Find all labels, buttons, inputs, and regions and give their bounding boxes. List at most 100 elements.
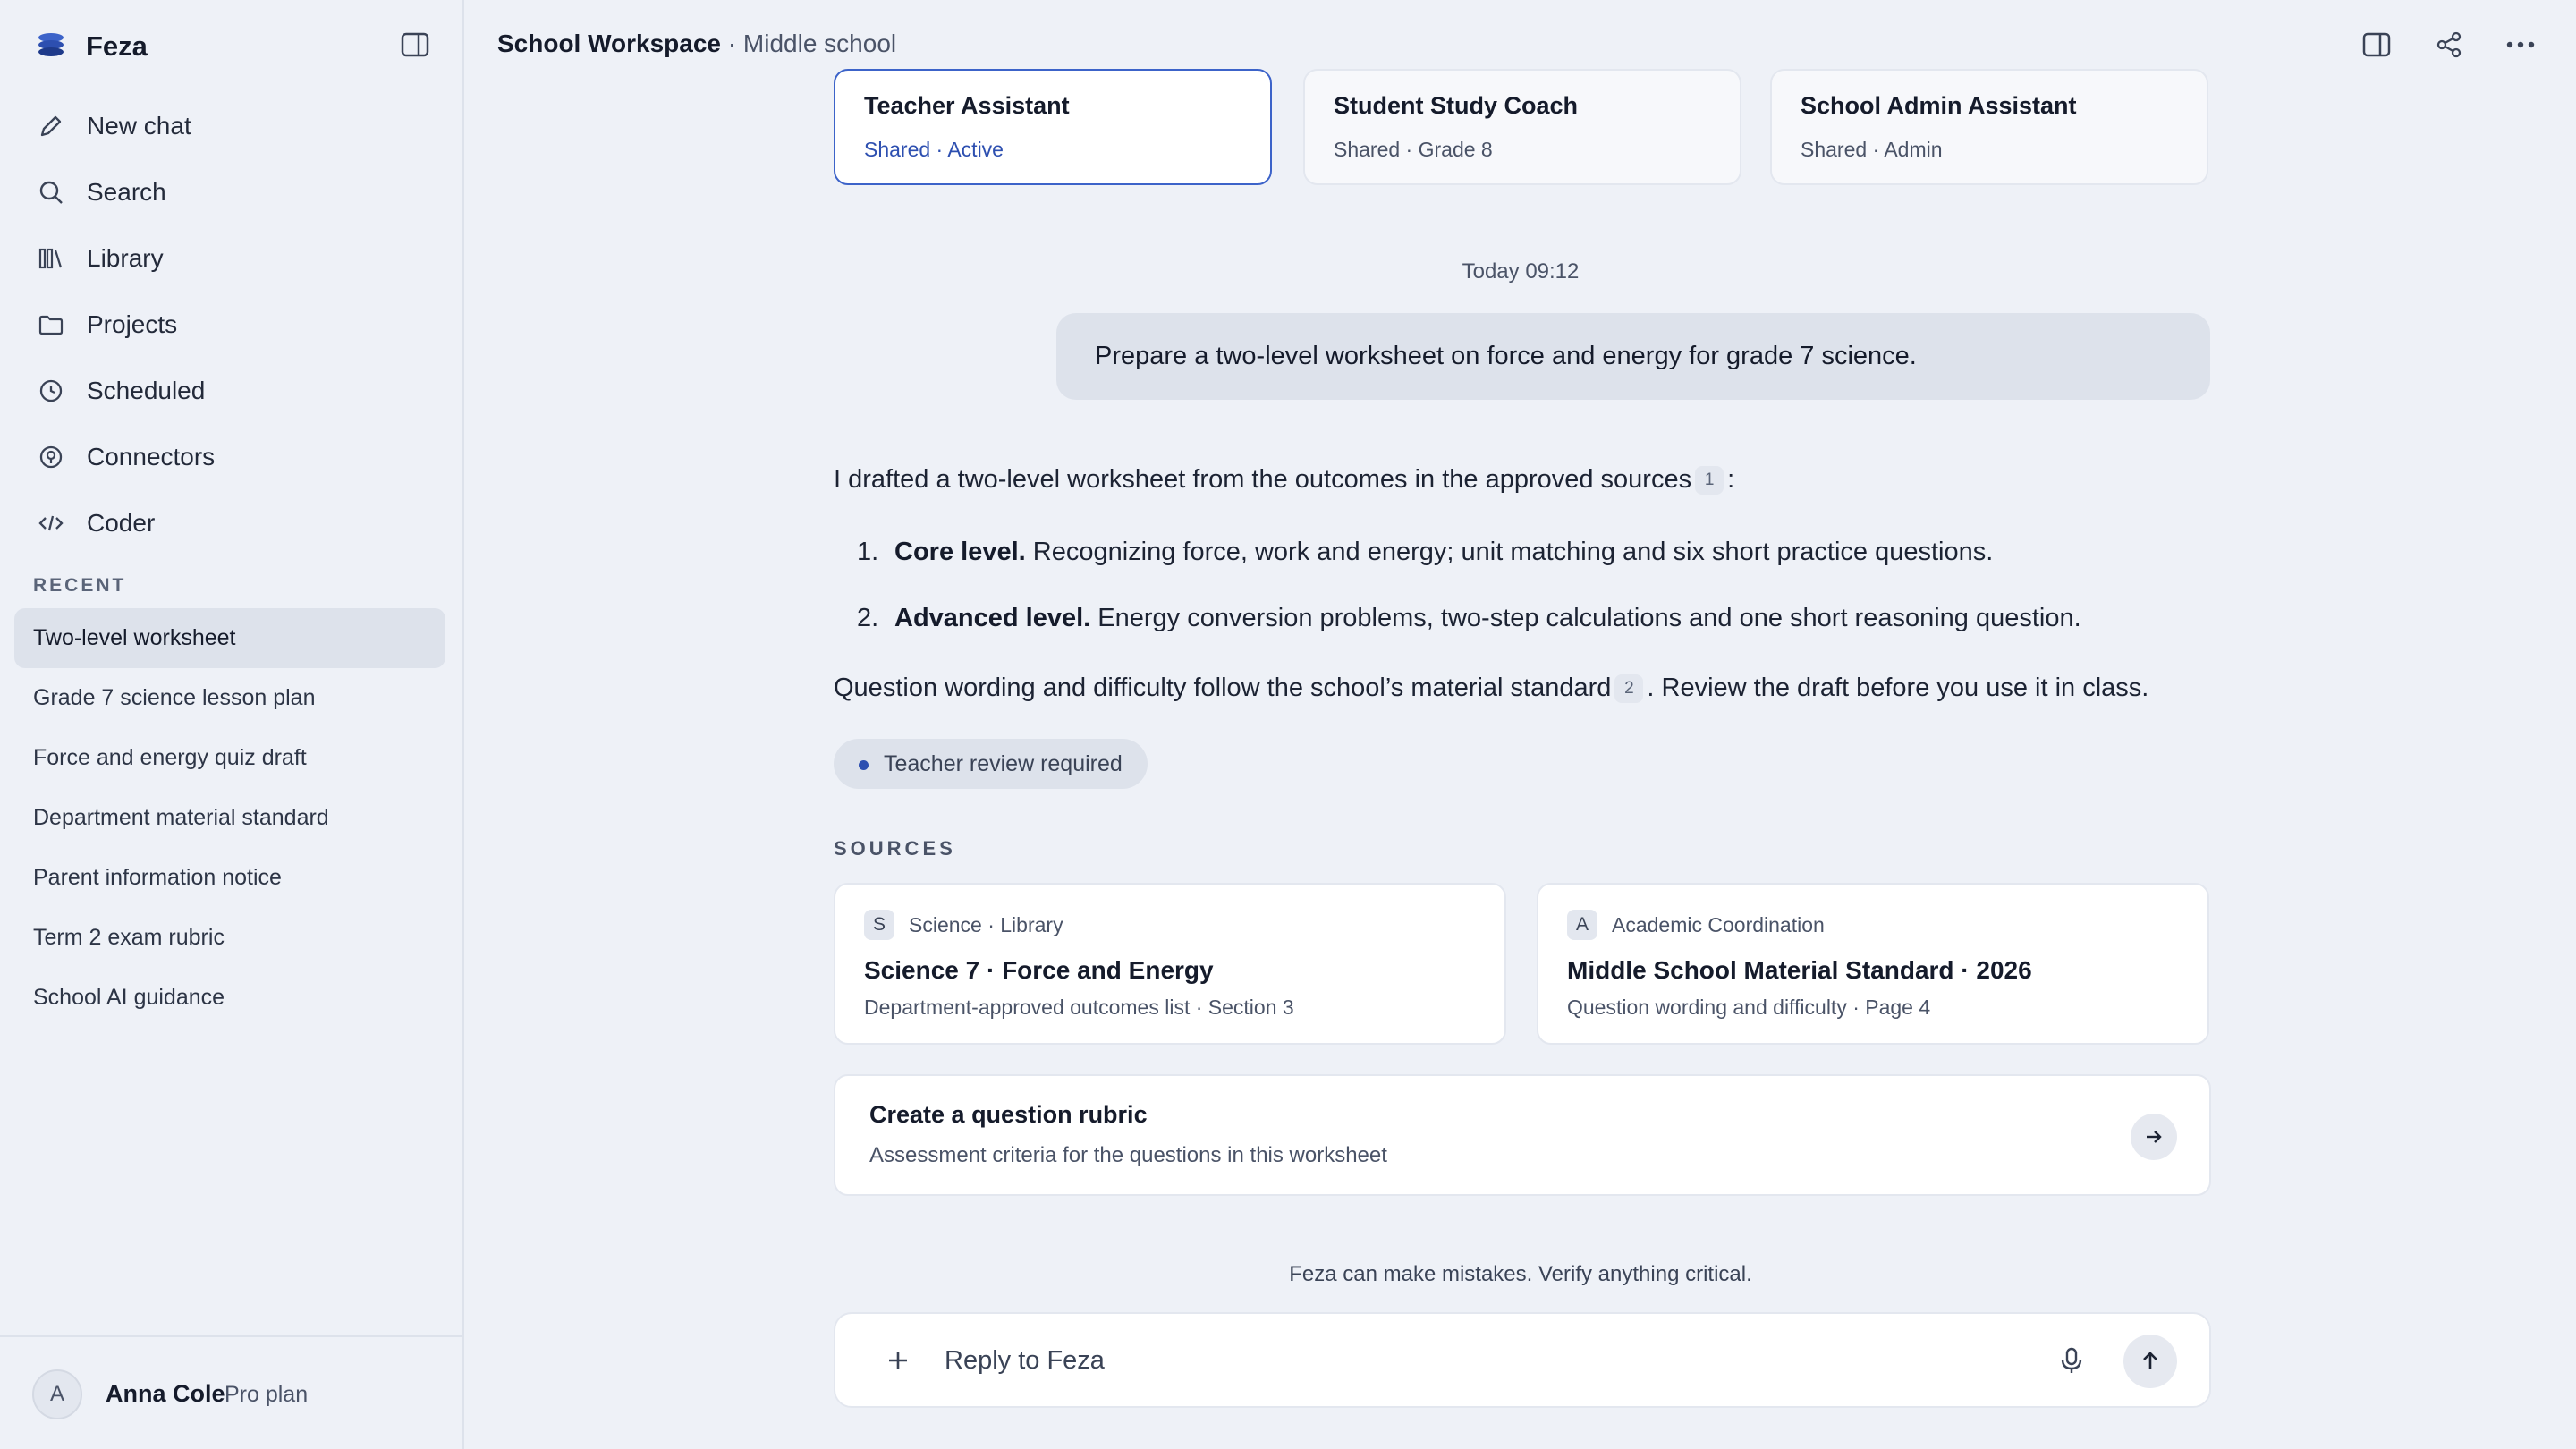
assistant-card[interactable]: School Admin Assistant Shared · Admin: [1770, 69, 2208, 185]
list-item-title: Advanced level.: [894, 604, 1091, 632]
source-subtitle: Department-approved outcomes list · Sect…: [864, 996, 1294, 1019]
status-badge: Teacher review required: [834, 739, 1148, 789]
recent-list: Two-level worksheet Grade 7 science less…: [14, 608, 445, 1028]
panel-icon: [2362, 32, 2391, 57]
nav-new-chat[interactable]: New chat: [36, 93, 429, 159]
status-dot: [859, 760, 869, 770]
recent-item[interactable]: Grade 7 science lesson plan: [14, 668, 445, 728]
status-badge-label: Teacher review required: [884, 750, 1123, 776]
response-text: Question wording and difficulty follow t…: [834, 674, 1612, 702]
list-number: 2.: [857, 604, 879, 632]
disclaimer: Feza can make mistakes. Verify anything …: [1289, 1262, 1752, 1286]
response-intro: I drafted a two-level worksheet from the…: [834, 465, 2211, 496]
share-icon: [2436, 31, 2462, 58]
assistant-card[interactable]: Student Study Coach Shared · Grade 8: [1303, 69, 1741, 185]
clock-icon: [36, 376, 66, 406]
panel-toggle-button[interactable]: [2357, 25, 2396, 64]
list-item: 2. Advanced level. Energy conversion prob…: [857, 604, 2081, 633]
source-card[interactable]: S Science · Library Science 7 · Force an…: [834, 883, 1506, 1045]
assistant-name: Student Study Coach: [1334, 92, 1579, 119]
assistant-name: School Admin Assistant: [1801, 92, 2077, 119]
add-attachment-button[interactable]: [878, 1341, 918, 1380]
assistant-meta: Shared · Admin: [1801, 138, 1943, 161]
sidebar-nav: New chat Search Library Projects Schedul…: [36, 93, 429, 556]
sidebar: Feza New chat Search Library Projects Sc…: [0, 0, 464, 1449]
assistant-meta: Shared · Grade 8: [1334, 138, 1493, 161]
brand[interactable]: Feza: [36, 27, 148, 66]
nav-label: Library: [87, 244, 164, 272]
nav-label: Coder: [87, 509, 156, 537]
list-number: 1.: [857, 538, 879, 566]
code-icon: [36, 508, 66, 538]
arrow-up-icon: [2143, 1352, 2157, 1369]
nav-label: New chat: [87, 112, 191, 140]
title-separator: ·: [721, 30, 743, 57]
assistant-meta: Shared · Active: [864, 138, 1004, 161]
response-text: :: [1727, 465, 1735, 494]
nav-scheduled[interactable]: Scheduled: [36, 358, 429, 424]
assistant-name: Teacher Assistant: [864, 92, 1070, 119]
nav-projects[interactable]: Projects: [36, 292, 429, 358]
recent-item[interactable]: Parent information notice: [14, 848, 445, 908]
nav-coder[interactable]: Coder: [36, 490, 429, 556]
voice-input-button[interactable]: [2054, 1343, 2089, 1378]
workspace-context: Middle school: [742, 30, 897, 57]
response-text: I drafted a two-level worksheet from the…: [834, 465, 1692, 494]
more-options-button[interactable]: [2501, 25, 2540, 64]
recent-heading: RECENT: [33, 575, 127, 596]
user-name: Anna Cole: [106, 1380, 225, 1407]
source-header: S Science · Library: [864, 910, 1476, 940]
response-text: . Review the draft before you use it in …: [1647, 674, 2149, 702]
citation-marker[interactable]: 2: [1614, 674, 1644, 704]
plus-icon: [889, 1352, 907, 1369]
list-item: 1. Core level. Recognizing force, work an…: [857, 538, 1993, 567]
action-subtitle: Assessment criteria for the questions in…: [869, 1143, 1387, 1167]
nav-connectors[interactable]: Connectors: [36, 424, 429, 490]
recent-item[interactable]: School AI guidance: [14, 968, 445, 1028]
source-title: Middle School Material Standard · 2026: [1567, 956, 2032, 984]
user-message: Prepare a two-level worksheet on force a…: [1056, 313, 2210, 400]
source-origin: Academic Coordination: [1612, 912, 1825, 936]
folder-icon: [36, 309, 66, 340]
sources-heading: SOURCES: [834, 837, 956, 860]
list-item-text: Energy conversion problems, two-step cal…: [1090, 604, 2081, 632]
workspace-name: School Workspace: [497, 30, 722, 57]
nav-search[interactable]: Search: [36, 159, 429, 225]
send-button[interactable]: [2123, 1335, 2177, 1388]
citation-marker[interactable]: 1: [1695, 466, 1724, 496]
composer: [834, 1312, 2211, 1408]
plug-icon: [36, 442, 66, 472]
source-card[interactable]: A Academic Coordination Middle School Ma…: [1537, 883, 2209, 1045]
list-item-text: Recognizing force, work and energy; unit…: [1025, 538, 1994, 566]
response-outro: Question wording and difficulty follow t…: [834, 674, 2211, 704]
suggested-action-card[interactable]: Create a question rubric Assessment crit…: [834, 1074, 2211, 1196]
brand-name: Feza: [86, 30, 148, 62]
source-title: Science 7 · Force and Energy: [864, 956, 1214, 984]
sidebar-toggle-button[interactable]: [397, 29, 433, 61]
assistant-card[interactable]: Teacher Assistant Shared · Active: [834, 69, 1272, 185]
more-icon: [2506, 41, 2535, 48]
search-icon: [36, 177, 66, 208]
microphone-icon: [2061, 1347, 2082, 1373]
arrow-right-icon: [2147, 1131, 2162, 1143]
pencil-icon: [36, 111, 66, 141]
recent-item[interactable]: Two-level worksheet: [14, 608, 445, 668]
avatar: A: [32, 1369, 82, 1419]
nav-label: Connectors: [87, 443, 216, 470]
source-subtitle: Question wording and difficulty · Page 4: [1567, 996, 1931, 1019]
source-badge: A: [1567, 910, 1597, 940]
nav-library[interactable]: Library: [36, 225, 429, 292]
source-header: A Academic Coordination: [1567, 910, 2179, 940]
share-button[interactable]: [2429, 25, 2469, 64]
source-origin: Science · Library: [909, 912, 1063, 936]
user-account[interactable]: A Anna Cole Pro plan: [0, 1335, 464, 1449]
page-title[interactable]: School Workspace · Middle school: [497, 30, 896, 58]
user-plan: Pro plan: [225, 1382, 309, 1407]
recent-item[interactable]: Department material standard: [14, 788, 445, 848]
arrow-right-button[interactable]: [2131, 1114, 2177, 1160]
recent-item[interactable]: Term 2 exam rubric: [14, 908, 445, 968]
logo-icon: [36, 30, 66, 64]
message-input[interactable]: [943, 1335, 1927, 1385]
recent-item[interactable]: Force and energy quiz draft: [14, 728, 445, 788]
nav-label: Scheduled: [87, 377, 206, 404]
